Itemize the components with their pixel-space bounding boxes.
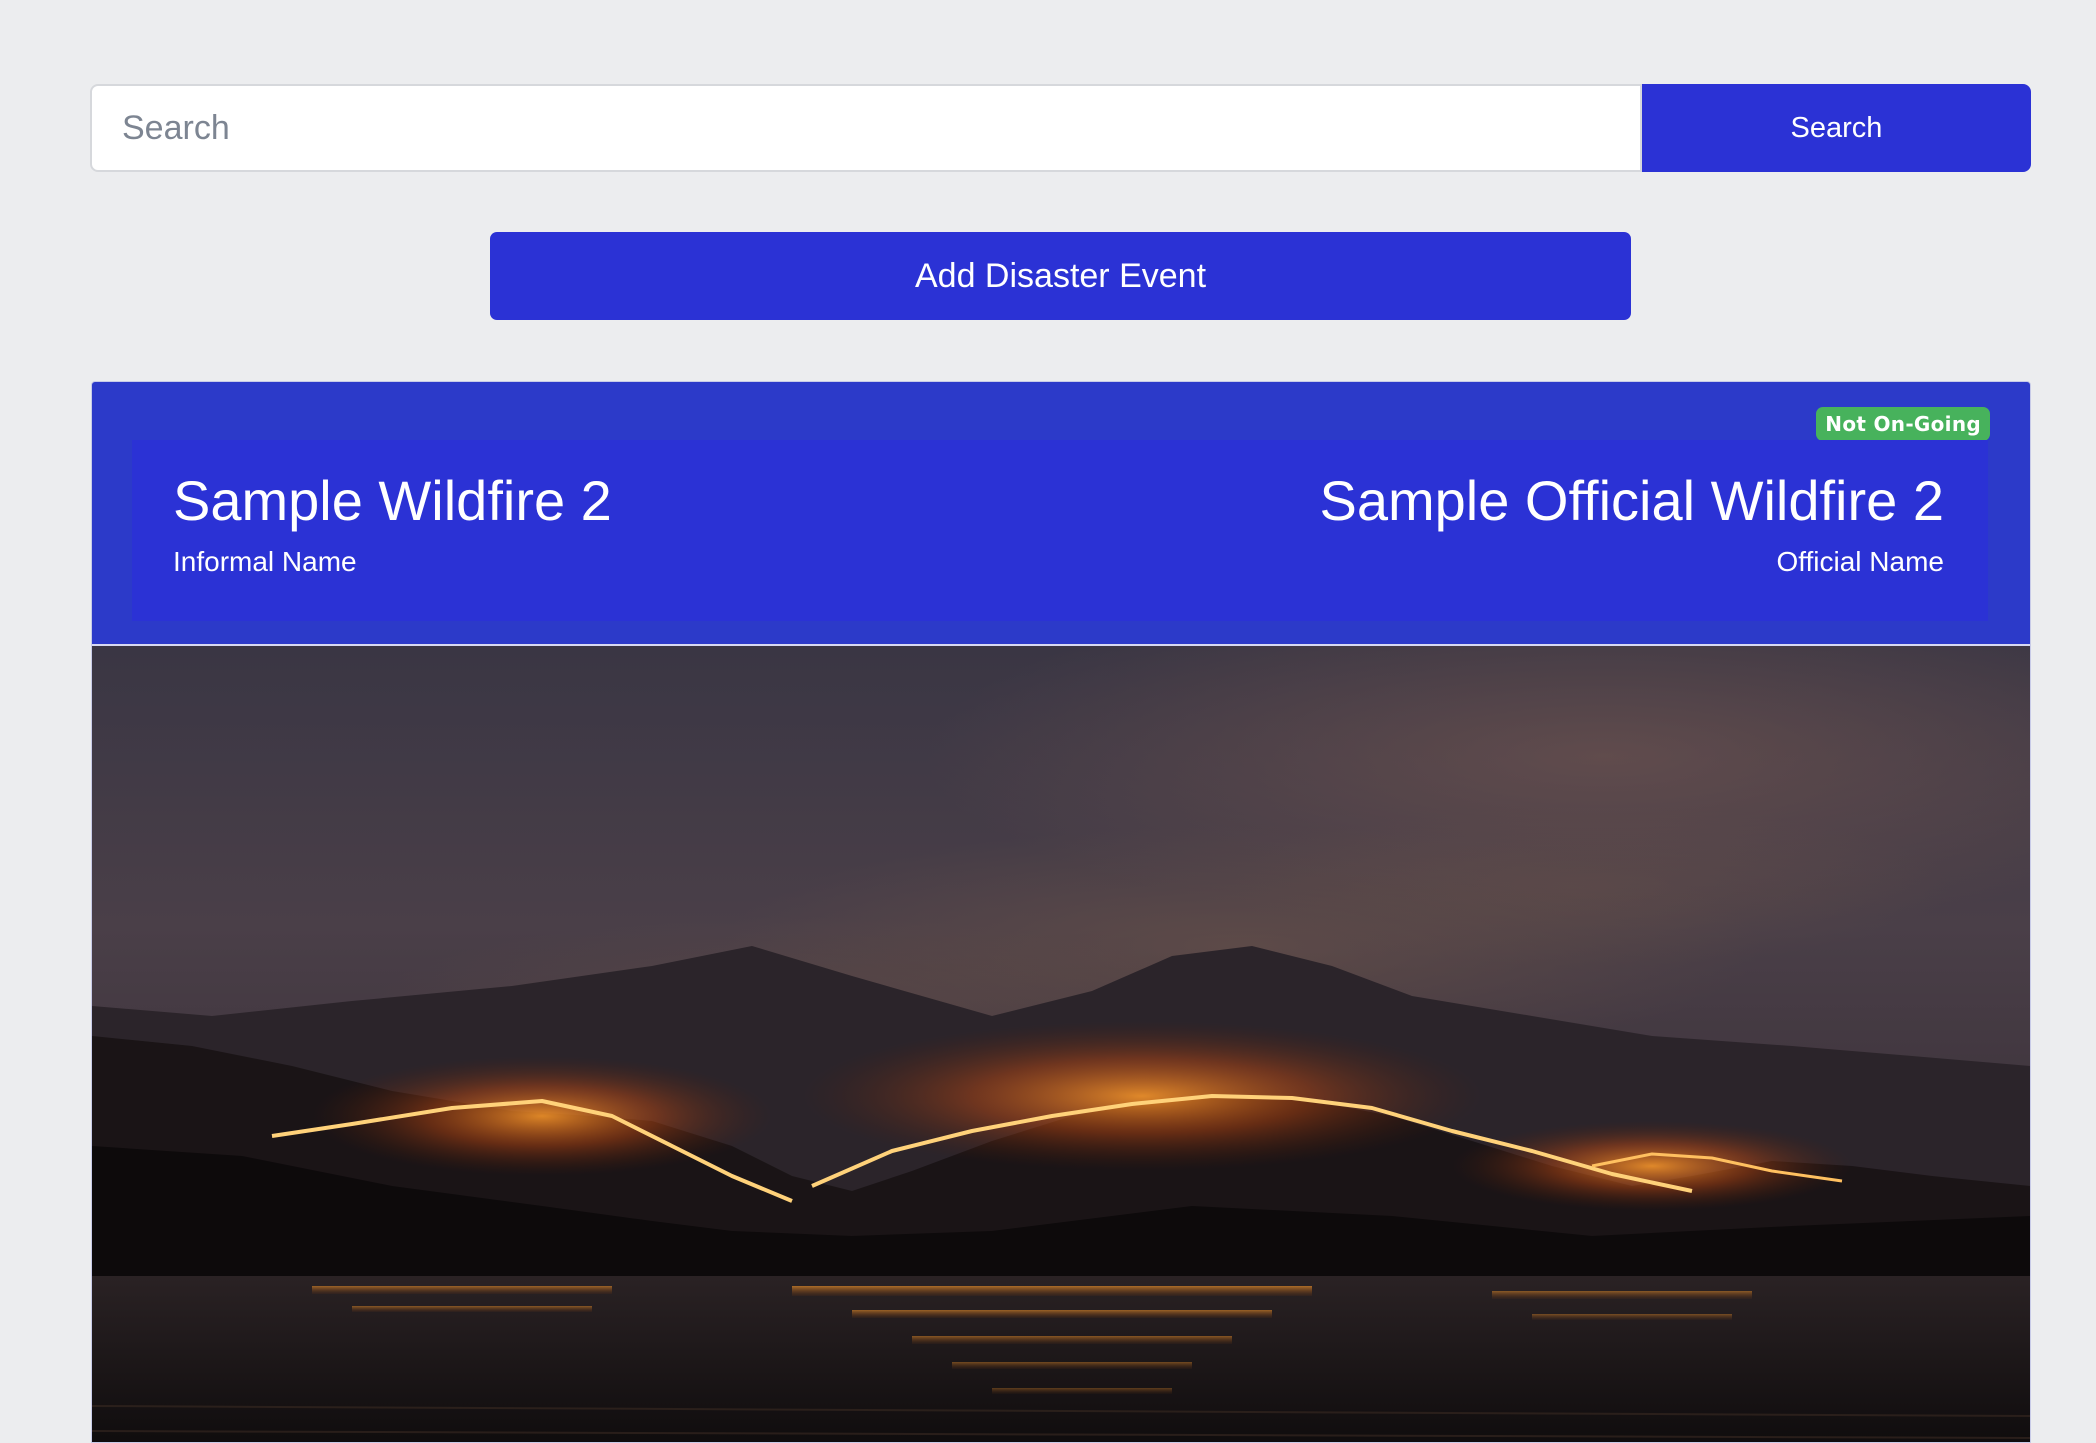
search-input[interactable] — [90, 84, 1642, 172]
official-name-title: Sample Official Wildfire 2 — [1319, 469, 1944, 532]
official-name-block: Sample Official Wildfire 2 Official Name — [1319, 468, 1944, 578]
wildfire-photo — [92, 646, 2030, 1442]
search-button[interactable]: Search — [1642, 84, 2031, 172]
disaster-event-card[interactable]: Not On-Going Sample Wildfire 2 Informal … — [91, 381, 2031, 1443]
informal-name-title: Sample Wildfire 2 — [173, 469, 612, 532]
informal-name-caption: Informal Name — [173, 546, 357, 577]
event-card-header: Sample Wildfire 2 Informal Name Sample O… — [132, 440, 1988, 621]
official-name-caption: Official Name — [1776, 546, 1944, 577]
informal-name-block: Sample Wildfire 2 Informal Name — [173, 468, 612, 578]
add-disaster-event-button[interactable]: Add Disaster Event — [490, 232, 1631, 320]
search-bar: Search — [90, 84, 2031, 172]
status-badge: Not On-Going — [1816, 407, 1990, 441]
